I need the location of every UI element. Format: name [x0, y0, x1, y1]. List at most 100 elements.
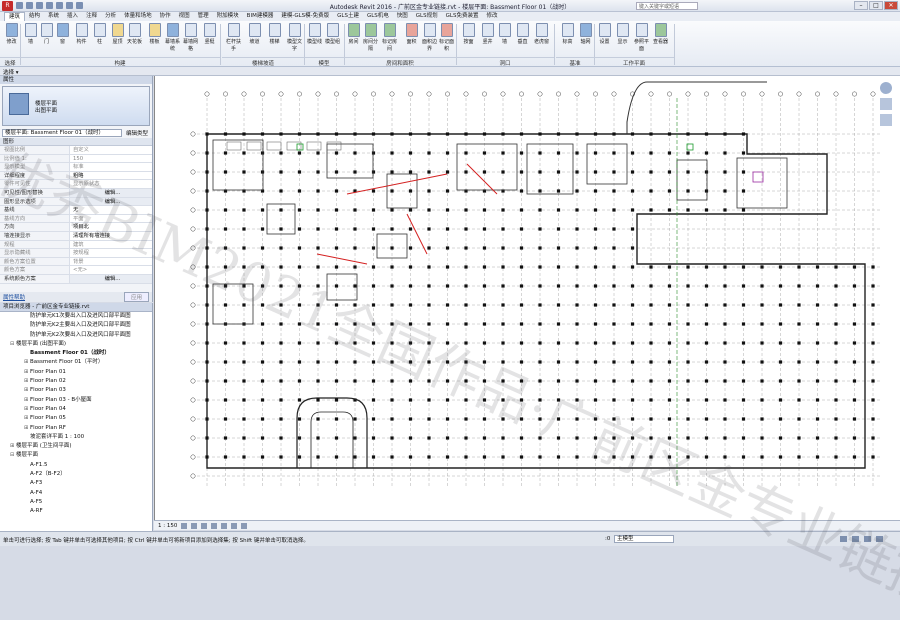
tab-9[interactable]: 管理 [194, 12, 213, 21]
browser-item[interactable]: ⊞ Floor Plan 03 [0, 386, 152, 395]
close-button[interactable]: ✕ [884, 1, 898, 10]
ribbon-button-area[interactable]: 面积 [403, 23, 420, 45]
browser-item[interactable]: ⊞ Floor Plan 01 [0, 368, 152, 377]
ribbon-button-viewer[interactable]: 查看器 [652, 23, 669, 45]
type-selector[interactable]: 楼层平面 出图平面 [2, 86, 150, 126]
property-row[interactable]: 显示隐藏线 按规程 [0, 249, 152, 258]
ribbon-button-model-line[interactable]: 模型线 [306, 23, 323, 45]
property-value[interactable]: 无 [70, 206, 152, 214]
browser-item[interactable]: ⊟ 楼层平面 (出图平面) [0, 340, 152, 349]
browser-item[interactable]: A-F4 [0, 489, 152, 498]
ribbon-button-wall-opening[interactable]: 墙 [496, 23, 513, 45]
ribbon-button-grid[interactable]: 轴网 [577, 23, 594, 45]
help-search-input[interactable]: 键入关键字或短语 [636, 2, 698, 10]
ribbon-button-model-group[interactable]: 模型组 [324, 23, 341, 45]
ribbon-button-tag-area[interactable]: 标记面积 [438, 23, 455, 52]
ribbon-button-ceiling[interactable]: 天花板 [126, 23, 143, 45]
property-value[interactable]: <无> [70, 266, 152, 274]
browser-item[interactable]: ⊞ Floor Plan 05 [0, 414, 152, 423]
property-edit-button[interactable]: 编辑... [70, 188, 152, 197]
tab-4[interactable]: 注释 [82, 12, 101, 21]
tab-0[interactable]: 建筑 [4, 12, 26, 21]
property-value[interactable]: 项目北 [70, 223, 152, 231]
ribbon-button-stair[interactable]: 楼梯 [266, 23, 283, 45]
steering-wheel-icon[interactable] [880, 82, 892, 94]
ribbon-button-floor[interactable]: 楼板 [146, 23, 163, 45]
browser-item[interactable]: ⊞ Floor Plan 04 [0, 405, 152, 414]
floor-plan-drawing[interactable] [155, 76, 900, 520]
tab-15[interactable]: 快图 [393, 12, 412, 21]
ribbon-button-show[interactable]: 显示 [614, 23, 631, 45]
property-row[interactable]: 显示模型 标准 [0, 163, 152, 172]
browser-item[interactable]: ⊞ Floor Plan 03 - B小屋面 [0, 396, 152, 405]
property-row[interactable]: 系统颜色方案 编辑... [0, 274, 152, 284]
property-row[interactable]: 规程 建筑 [0, 240, 152, 250]
property-value[interactable]: 按规程 [70, 249, 152, 257]
browser-item[interactable]: 防护单元K2主要出入口及进风口部平面图 [0, 321, 152, 330]
ribbon-button-model-text[interactable]: 模型文字 [286, 23, 303, 52]
ribbon-button-curtain-system[interactable]: 幕墙系统 [164, 23, 181, 52]
property-row[interactable]: 颜色方案位置 背景 [0, 257, 152, 267]
sun-path-icon[interactable] [201, 522, 208, 529]
properties-help-link[interactable]: 属性帮助 [3, 293, 25, 301]
ribbon-button-room-separator[interactable]: 房间分隔 [362, 23, 379, 52]
ribbon-button-wall[interactable]: 墙 [22, 23, 39, 45]
property-row[interactable]: 墙连接显示 清理所有墙连接 [0, 231, 152, 241]
view-instance-dropdown[interactable]: 楼层平面: Bassment Floor 01（战时） [2, 129, 122, 137]
ribbon-button-level[interactable]: 标高 [559, 23, 576, 45]
ribbon-button-set[interactable]: 设置 [596, 23, 613, 45]
property-row[interactable]: 基线方向 平面 [0, 214, 152, 224]
property-row[interactable]: 视图比例 自定义 [0, 146, 152, 155]
browser-item[interactable]: ⊞ Floor Plan RF [0, 424, 152, 433]
ribbon-button-railing[interactable]: 栏杆扶手 [225, 23, 242, 52]
property-value[interactable]: 150 [70, 154, 152, 163]
property-value[interactable]: 粗略 [70, 171, 152, 180]
property-value[interactable]: 背景 [70, 257, 152, 266]
apply-button[interactable]: 应用 [123, 292, 149, 302]
browser-item[interactable]: ⊞ 楼层平面 (卫生间平面) [0, 442, 152, 451]
tab-1[interactable]: 结构 [25, 12, 44, 21]
ribbon-button-column[interactable]: 柱 [91, 23, 108, 45]
ribbon-button-ref-plane[interactable]: 参照平面 [633, 23, 650, 52]
tab-11[interactable]: BIM建模器 [243, 12, 278, 21]
ribbon-button-curtain-grid[interactable]: 幕墙网格 [182, 23, 199, 52]
active-workset-dropdown[interactable]: 主模型 [614, 535, 674, 543]
ribbon-button-vertical-opening[interactable]: 垂直 [514, 23, 531, 45]
ribbon-button-area-boundary[interactable]: 面积边界 [421, 23, 438, 52]
drawing-canvas[interactable] [154, 76, 900, 520]
ribbon-button-component[interactable]: 构件 [73, 23, 90, 45]
property-value[interactable]: 标准 [70, 163, 152, 171]
tab-18[interactable]: 修改 [482, 12, 501, 21]
links-icon[interactable] [852, 536, 859, 542]
browser-item[interactable]: A-F5 [0, 498, 152, 507]
ribbon-button-ramp[interactable]: 坡道 [246, 23, 263, 45]
ribbon-button-modify[interactable]: 修改 [3, 23, 20, 45]
browser-item[interactable]: 防护单元K1次要出入口及进风口部平面图 [0, 312, 152, 321]
tab-5[interactable]: 分析 [101, 12, 120, 21]
property-row[interactable]: 零件可见性 显示原状态 [0, 180, 152, 189]
ribbon-button-by-face[interactable]: 按面 [460, 23, 477, 45]
minimize-button[interactable]: – [854, 1, 868, 10]
browser-item[interactable]: 防护单元K2次要出入口及进风口部平面图 [0, 331, 152, 340]
property-row[interactable]: 基线无 [0, 206, 152, 215]
tab-17[interactable]: GLS免费装置 [442, 12, 483, 21]
property-row[interactable]: 比例值 1: 150 [0, 154, 152, 164]
visual-style-icon[interactable] [191, 522, 198, 529]
pan-icon[interactable] [880, 114, 892, 126]
property-row[interactable]: 详细程度 粗略 [0, 171, 152, 181]
browser-item[interactable]: Bassment Floor 01（战时） [0, 349, 152, 358]
browser-item[interactable]: 坡泥套详平面 1 : 100 [0, 433, 152, 442]
tab-3[interactable]: 插入 [63, 12, 82, 21]
ribbon-button-roof[interactable]: 屋顶 [109, 23, 126, 45]
shadows-icon[interactable] [211, 522, 218, 529]
tab-13[interactable]: GLS土建 [333, 12, 363, 21]
show-crop-icon[interactable] [231, 522, 238, 529]
ribbon-button-room[interactable]: 房间 [345, 23, 362, 45]
browser-item[interactable]: ⊞ Bassment Floor 01（平时） [0, 358, 152, 367]
property-value[interactable]: 显示原状态 [70, 180, 152, 188]
filter-icon[interactable] [840, 536, 847, 542]
ribbon-button-door[interactable]: 门 [38, 23, 55, 45]
edit-type-button[interactable]: 编辑类型 [124, 129, 150, 137]
ribbon-button-mullion[interactable]: 竖梃 [201, 23, 218, 45]
tab-16[interactable]: GLS规划 [412, 12, 442, 21]
